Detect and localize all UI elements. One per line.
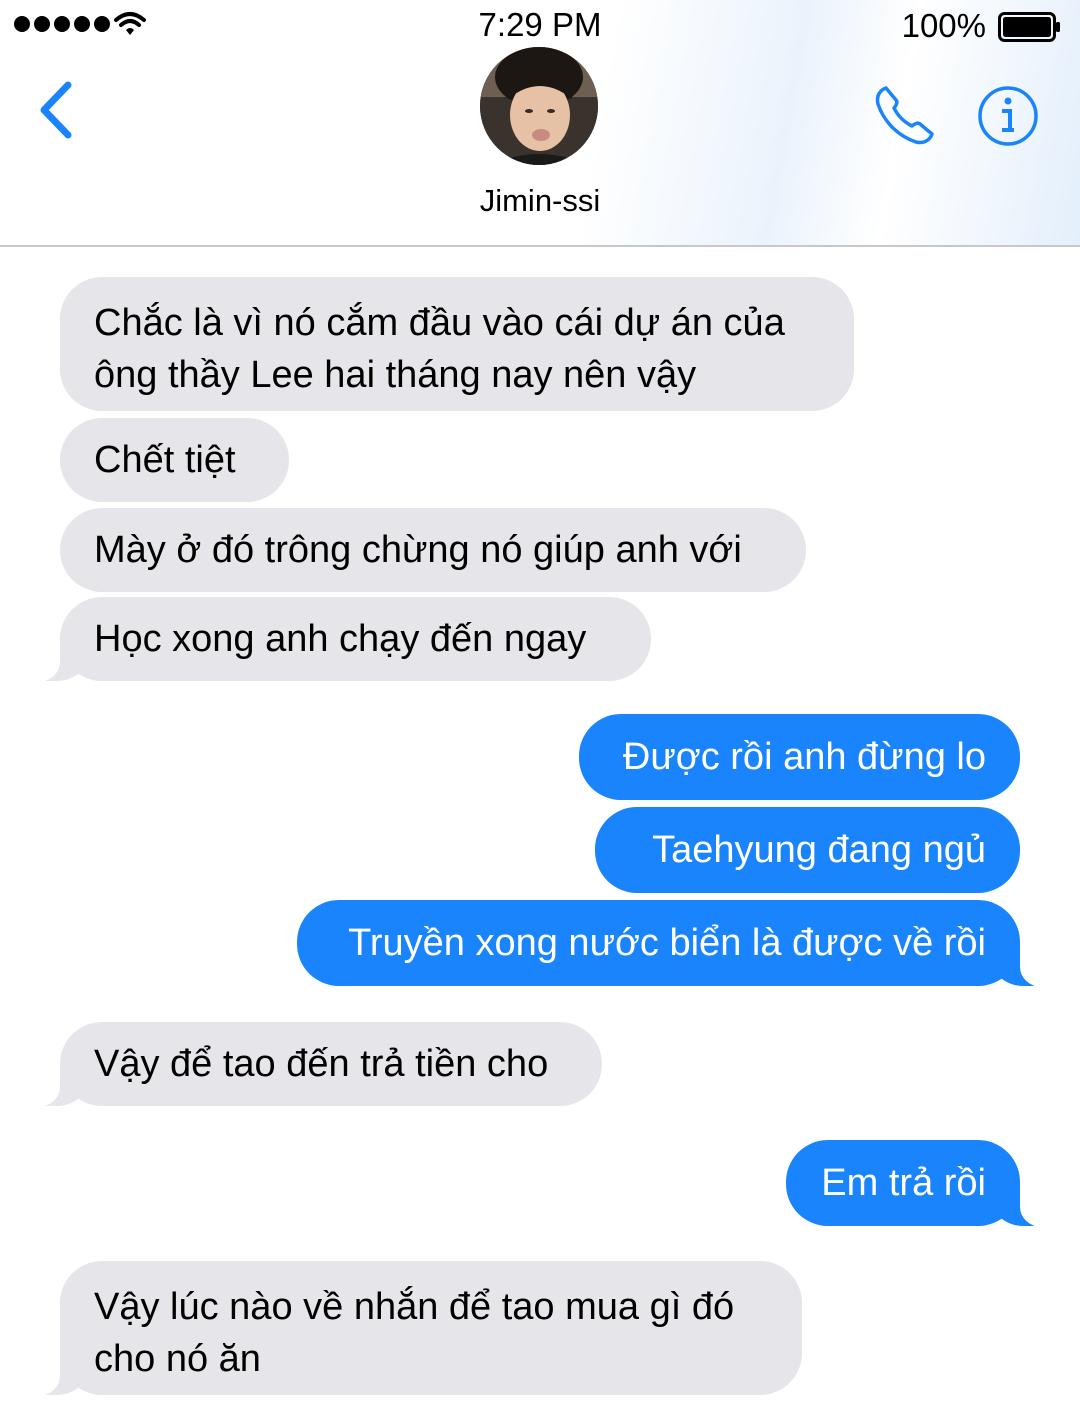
message-text: Truyền xong nước biển là được về rồi bbox=[348, 922, 986, 964]
avatar[interactable] bbox=[480, 47, 598, 165]
message-line: cho nó ăn bbox=[94, 1338, 261, 1380]
message-line: ông thầy Lee hai tháng nay nên vậy bbox=[94, 354, 697, 396]
contact-name[interactable]: Jimin-ssi bbox=[0, 183, 1080, 219]
message-text: Chết tiệt bbox=[94, 439, 236, 481]
chevron-left-icon[interactable] bbox=[36, 80, 76, 140]
message-outgoing[interactable]: Được rồi anh đừng lo bbox=[579, 714, 1020, 800]
message-line: Chắc là vì nó cắm đầu vào cái dự án của bbox=[94, 302, 785, 344]
message-incoming[interactable]: Chết tiệt bbox=[60, 418, 289, 502]
message-text: Taehyung đang ngủ bbox=[652, 829, 986, 871]
message-outgoing[interactable]: Truyền xong nước biển là được về rồi bbox=[297, 900, 1050, 987]
message-incoming[interactable]: Chắc là vì nó cắm đầu vào cái dự án của … bbox=[60, 277, 854, 411]
status-bar: 7:29 PM 100% bbox=[0, 0, 1080, 52]
info-icon[interactable] bbox=[976, 84, 1040, 148]
battery-icon bbox=[998, 12, 1060, 42]
message-text: Mày ở đó trông chừng nó giúp anh với bbox=[94, 529, 742, 571]
message-line: Vậy lúc nào về nhắn để tao mua gì đó bbox=[94, 1286, 735, 1328]
phone-icon[interactable] bbox=[872, 82, 938, 148]
message-text: Em trả rồi bbox=[821, 1162, 986, 1204]
message-outgoing[interactable]: Taehyung đang ngủ bbox=[595, 807, 1020, 893]
message-incoming[interactable]: Vậy lúc nào về nhắn để tao mua gì đó cho… bbox=[30, 1261, 802, 1396]
conversation-header: 7:29 PM 100% Jimin-ssi bbox=[0, 0, 1080, 247]
message-text: Vậy để tao đến trả tiền cho bbox=[94, 1043, 549, 1085]
message-text: Học xong anh chạy đến ngay bbox=[94, 618, 587, 660]
message-incoming[interactable]: Vậy để tao đến trả tiền cho bbox=[30, 1022, 602, 1107]
message-outgoing[interactable]: Em trả rồi bbox=[786, 1140, 1050, 1227]
battery-percentage: 100% bbox=[901, 7, 986, 44]
message-incoming[interactable]: Học xong anh chạy đến ngay bbox=[30, 597, 651, 682]
message-text: Được rồi anh đừng lo bbox=[622, 736, 986, 778]
message-incoming[interactable]: Mày ở đó trông chừng nó giúp anh với bbox=[60, 508, 806, 592]
